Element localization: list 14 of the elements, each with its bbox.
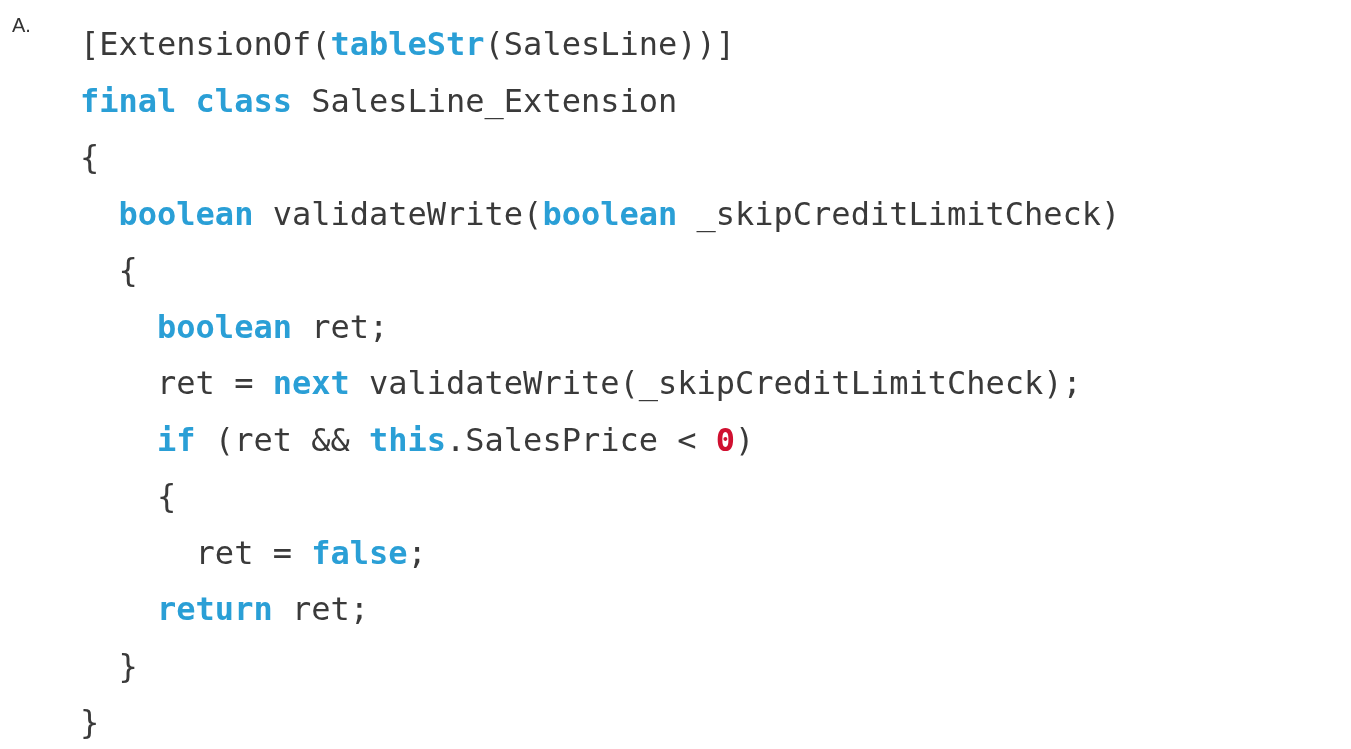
code-line: } xyxy=(80,702,100,743)
code-line: final class SalesLine_Extension xyxy=(80,80,678,122)
code-line: ret = false; xyxy=(194,532,427,574)
code-line: ret = next validateWrite(_skipCreditLimitCheck); xyxy=(156,363,1082,404)
code-line: return ret; xyxy=(156,589,369,630)
code-line: boolean ret; xyxy=(156,306,389,348)
option-label: A. xyxy=(12,14,31,37)
code-line: if (ret && this.SalesPrice < 0) xyxy=(156,419,755,461)
code-line: { xyxy=(117,250,138,291)
code-line: boolean validateWrite(boolean _skipCreditLimitCheck) xyxy=(117,193,1121,235)
code-line: [ExtensionOf(tableStr(SalesLine))] xyxy=(80,24,736,65)
code-line: } xyxy=(117,645,138,687)
code-line: { xyxy=(80,137,100,178)
code-line: { xyxy=(156,476,177,517)
